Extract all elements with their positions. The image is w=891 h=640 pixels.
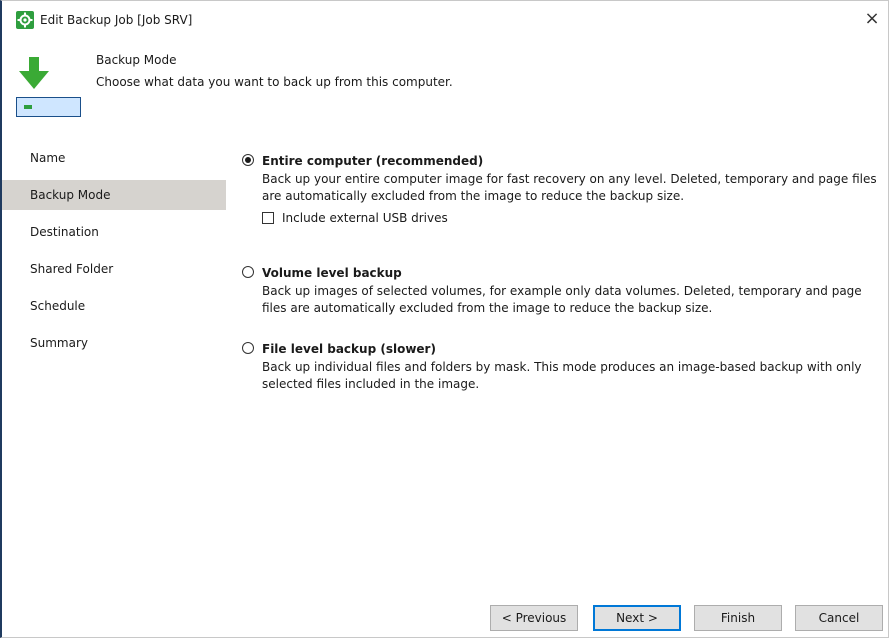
sidebar-item-name[interactable]: Name bbox=[2, 143, 226, 173]
radio-file-level[interactable] bbox=[242, 342, 254, 354]
window-title: Edit Backup Job [Job SRV] bbox=[40, 13, 193, 27]
option-file-level[interactable]: File level backup (slower) Back up indiv… bbox=[240, 339, 880, 393]
sidebar-item-backup-mode[interactable]: Backup Mode bbox=[2, 180, 226, 210]
previous-button[interactable]: < Previous bbox=[490, 605, 578, 631]
include-usb-label[interactable]: Include external USB drives bbox=[262, 211, 448, 225]
radio-volume-level[interactable] bbox=[242, 266, 254, 278]
option-entire-computer[interactable]: Entire computer (recommended) Back up yo… bbox=[240, 151, 880, 227]
option-title[interactable]: File level backup (slower) bbox=[240, 339, 880, 359]
page-title: Backup Mode bbox=[96, 53, 177, 67]
wizard-steps-sidebar: Name Backup Mode Destination Shared Fold… bbox=[2, 143, 226, 365]
radio-entire-computer[interactable] bbox=[242, 154, 254, 166]
sidebar-item-summary[interactable]: Summary bbox=[2, 328, 226, 358]
option-volume-level[interactable]: Volume level backup Back up images of se… bbox=[240, 263, 880, 317]
option-description: Back up images of selected volumes, for … bbox=[262, 284, 862, 315]
option-description: Back up individual files and folders by … bbox=[262, 360, 862, 391]
sidebar-item-destination[interactable]: Destination bbox=[2, 217, 226, 247]
option-description: Back up your entire computer image for f… bbox=[262, 172, 877, 203]
next-button[interactable]: Next > bbox=[593, 605, 681, 631]
option-title[interactable]: Entire computer (recommended) bbox=[240, 151, 880, 171]
option-title[interactable]: Volume level backup bbox=[240, 263, 880, 283]
include-usb-checkbox[interactable] bbox=[262, 212, 274, 224]
cancel-button[interactable]: Cancel bbox=[795, 605, 883, 631]
sidebar-item-shared-folder[interactable]: Shared Folder bbox=[2, 254, 226, 284]
dialog-window: Edit Backup Job [Job SRV] × Backup Mode … bbox=[0, 0, 889, 638]
app-settings-icon bbox=[16, 11, 34, 29]
finish-button[interactable]: Finish bbox=[694, 605, 782, 631]
close-icon[interactable]: × bbox=[860, 8, 884, 30]
backup-arrow-drive-icon bbox=[16, 53, 82, 123]
sidebar-item-schedule[interactable]: Schedule bbox=[2, 291, 226, 321]
include-usb-row[interactable]: Include external USB drives bbox=[240, 209, 880, 227]
title-bar: Edit Backup Job [Job SRV] × bbox=[2, 1, 888, 39]
backup-mode-options: Entire computer (recommended) Back up yo… bbox=[240, 151, 880, 417]
page-description: Choose what data you want to back up fro… bbox=[96, 75, 453, 89]
